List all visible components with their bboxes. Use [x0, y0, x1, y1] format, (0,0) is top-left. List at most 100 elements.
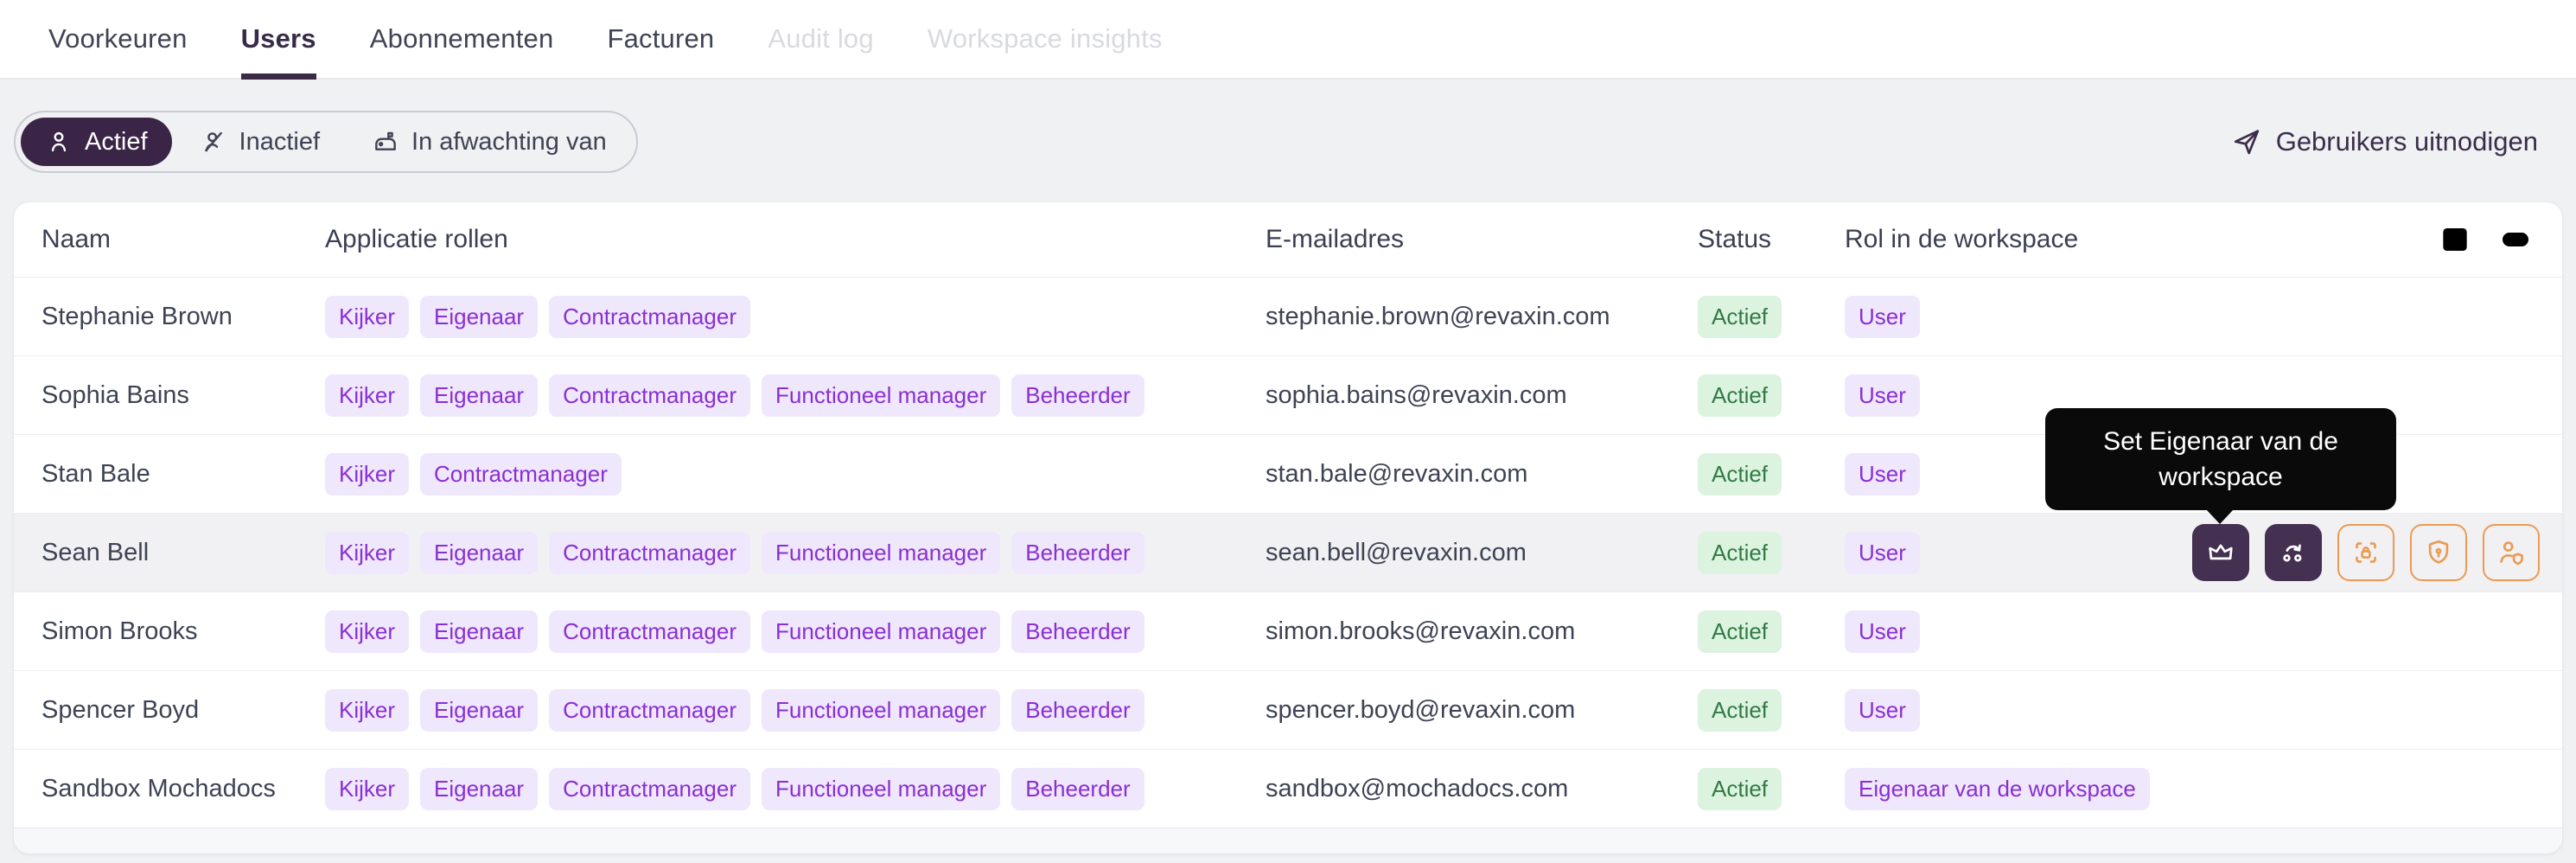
user-name-cell: Sean Bell [14, 539, 325, 567]
column-header-name-label: Naam [41, 225, 112, 253]
application-roles-cell: Kijker Eigenaar Contractmanager [325, 295, 1266, 338]
application-role-badge: Beheerder [1011, 374, 1145, 417]
column-header-roles: Applicatie rollen [325, 225, 508, 253]
user-shield-icon [2496, 537, 2527, 568]
table-body: Stephanie Brown Kijker Eigenaar Contractma… [14, 277, 2562, 828]
nav-item-label: Abonnementen [369, 23, 554, 54]
status-cell: Actief [1698, 688, 1845, 732]
application-role-badge: Kijker [325, 295, 410, 338]
user-email: stan.bale@revaxin.com [1266, 459, 1528, 488]
table-header-row: Naam Applicatie rollen E-mailadres Statu… [14, 202, 2562, 277]
status-badge: Actief [1698, 531, 1782, 574]
column-header-status: Status [1698, 225, 1772, 253]
status-filter-group: Actief Inactief In afwachting van [14, 111, 638, 173]
filter-tab-in-afwachting-van[interactable]: In afwachting van [348, 118, 631, 166]
user-email: spencer.boyd@revaxin.com [1266, 695, 1576, 724]
workspace-role-badge: Eigenaar van de workspace [1845, 767, 2150, 810]
table-row[interactable]: Sean Bell Kijker Eigenaar Contractmanager F… [14, 408, 2562, 591]
nav-item-abonnementen[interactable]: Abonnementen [370, 0, 554, 78]
lock-user-button[interactable] [2337, 524, 2394, 581]
user-name-cell: Sophia Bains [14, 381, 325, 410]
application-role-badge: Eigenaar [420, 610, 539, 653]
tooltip: Set Eigenaar van de workspace [2045, 408, 2396, 524]
column-header-email: E-mailadres [1266, 225, 1405, 253]
application-role-badge: Eigenaar [420, 374, 539, 417]
application-role-badge: Contractmanager [549, 610, 750, 653]
set-workspace-owner-button[interactable] [2192, 524, 2249, 581]
user-name-cell: Simon Brooks [14, 617, 325, 646]
status-badge: Actief [1698, 688, 1782, 732]
workspace-role-badge: User [1845, 610, 1920, 653]
status-badge: Actief [1698, 767, 1782, 810]
filter-row: Actief Inactief In afwachting van Gebrui… [14, 111, 2562, 173]
filter-tab-label: In afwachting van [411, 127, 607, 156]
nav-item-label: Users [240, 23, 316, 54]
crown-icon [2205, 537, 2236, 568]
application-role-badge: Kijker [325, 531, 410, 574]
user-name: Spencer Boyd [41, 695, 200, 724]
application-role-badge: Kijker [325, 610, 410, 653]
application-role-badge: Functioneel manager [761, 688, 1001, 732]
status-cell: Actief [1698, 531, 1845, 574]
invite-users-button[interactable]: Gebruikers uitnodigen [2231, 126, 2538, 157]
application-role-badge: Contractmanager [549, 688, 750, 732]
user-name: Sandbox Mochadocs [41, 774, 276, 802]
lock-scan-icon [2350, 537, 2382, 568]
application-role-badge: Contractmanager [549, 295, 750, 338]
application-role-badge: Eigenaar [420, 767, 539, 810]
nav-item-label: Workspace insights [927, 23, 1163, 54]
application-role-badge: Kijker [325, 374, 410, 417]
filter-tab-inactief[interactable]: Inactief [175, 118, 345, 166]
application-roles-cell: Kijker Eigenaar Contractmanager Functioneel… [325, 374, 1266, 417]
user-email: sean.bell@revaxin.com [1266, 538, 1527, 566]
nav-item-voorkeuren[interactable]: Voorkeuren [48, 0, 188, 78]
columns-icon[interactable] [2438, 222, 2472, 257]
table-row[interactable]: Simon Brooks Kijker Eigenaar Contractmanag… [14, 591, 2562, 670]
application-role-badge: Beheerder [1011, 688, 1145, 732]
column-header-workspace-role: Rol in de workspace [1845, 225, 2079, 253]
status-cell: Actief [1698, 767, 1845, 810]
nav-item-workspace-insights: Workspace insights [928, 0, 1163, 78]
status-cell: Actief [1698, 452, 1845, 495]
status-badge: Actief [1698, 452, 1782, 495]
nav-item-label: Audit log [768, 23, 874, 54]
application-role-badge: Eigenaar [420, 295, 539, 338]
workspace-role-cell: User [1845, 610, 2415, 653]
user-name: Stan Bale [41, 459, 150, 488]
table-row[interactable]: Stephanie Brown Kijker Eigenaar Contractma… [14, 277, 2562, 355]
workspace-role-badge: User [1845, 295, 1920, 338]
sort-icon[interactable] [273, 227, 299, 253]
nav-item-facturen[interactable]: Facturen [607, 0, 714, 78]
transfer-button[interactable] [2265, 524, 2322, 581]
security-button[interactable] [2410, 524, 2467, 581]
top-nav: Voorkeuren Users Abonnementen Facturen A… [0, 0, 2576, 80]
application-roles-cell: Kijker Eigenaar Contractmanager Functioneel… [325, 610, 1266, 653]
user-name-cell: Sandbox Mochadocs [14, 775, 325, 803]
nav-item-audit-log: Audit log [768, 0, 873, 78]
application-role-badge: Functioneel manager [761, 610, 1001, 653]
application-role-badge: Eigenaar [420, 688, 539, 732]
application-role-badge: Kijker [325, 688, 410, 732]
user-name: Simon Brooks [41, 617, 198, 645]
filter-tab-actief[interactable]: Actief [21, 118, 172, 166]
user-name: Stephanie Brown [41, 302, 233, 330]
application-role-badge: Kijker [325, 452, 410, 495]
nav-item-label: Voorkeuren [48, 23, 188, 54]
table-row[interactable]: Spencer Boyd Kijker Eigenaar Contractmanag… [14, 670, 2562, 749]
application-role-badge: Contractmanager [549, 767, 750, 810]
application-role-badge: Contractmanager [420, 452, 622, 495]
row-actions: Set Eigenaar van de workspace [2045, 408, 2540, 581]
column-header-name: Naam [14, 225, 325, 254]
table-row[interactable]: Sandbox Mochadocs Kijker Eigenaar Contract… [14, 749, 2562, 828]
workspace-role-badge: User [1845, 374, 1920, 417]
status-cell: Actief [1698, 295, 1845, 338]
invite-users-label: Gebruikers uitnodigen [2275, 126, 2538, 157]
user-permissions-button[interactable] [2483, 524, 2540, 581]
toggle-icon[interactable] [2498, 222, 2533, 257]
mailbox-icon [372, 128, 399, 156]
nav-item-users[interactable]: Users [240, 0, 316, 80]
application-roles-cell: Kijker Eigenaar Contractmanager Functioneel… [325, 531, 1266, 574]
application-role-badge: Contractmanager [549, 374, 750, 417]
application-role-badge: Beheerder [1011, 767, 1145, 810]
table-footer [14, 828, 2562, 853]
